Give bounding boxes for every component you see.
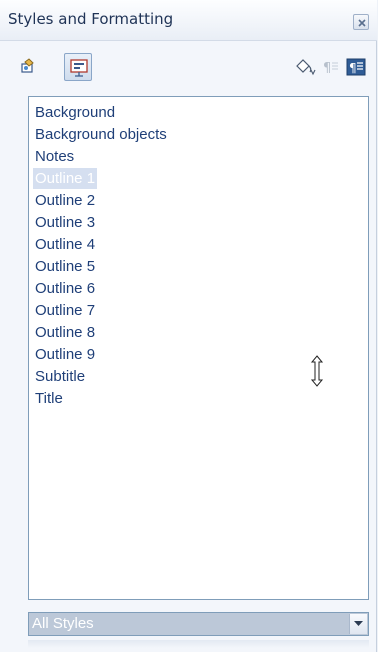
- chevron-down-icon: [354, 621, 363, 626]
- graphics-styles-icon: [21, 58, 34, 73]
- dropdown-arrow-button[interactable]: [349, 614, 367, 634]
- update-style-icon: ¶: [346, 58, 366, 76]
- style-item-background[interactable]: Background: [33, 102, 117, 123]
- update-style-button[interactable]: ¶: [342, 53, 370, 81]
- style-item-outline-9[interactable]: Outline 9: [33, 344, 97, 365]
- svg-text:¶: ¶: [323, 61, 331, 76]
- style-item-outline-3[interactable]: Outline 3: [33, 212, 97, 233]
- new-style-from-selection-button[interactable]: ¶: [316, 53, 344, 81]
- style-item-subtitle[interactable]: Subtitle: [33, 366, 87, 387]
- style-item-outline-1[interactable]: Outline 1: [33, 168, 98, 189]
- style-item-outline-4[interactable]: Outline 4: [33, 234, 97, 255]
- style-item-title[interactable]: Title: [33, 388, 65, 409]
- style-item-outline-5[interactable]: Outline 5: [33, 256, 97, 277]
- style-item-outline-6[interactable]: Outline 6: [33, 278, 97, 299]
- styles-and-formatting-panel: Styles and Formatting ¶ ¶ Background Bac…: [0, 0, 377, 652]
- paint-bucket-icon: [296, 59, 316, 76]
- style-list[interactable]: Background Background objects Notes Outl…: [28, 96, 369, 600]
- style-item-outline-2[interactable]: Outline 2: [33, 190, 97, 211]
- presentation-styles-icon: [70, 59, 88, 77]
- divider: [28, 640, 369, 648]
- close-button[interactable]: [353, 14, 369, 30]
- resize-cursor-icon: [310, 355, 324, 391]
- presentation-styles-button[interactable]: [64, 53, 92, 81]
- style-toolbar: ¶ ¶: [0, 41, 377, 91]
- style-item-outline-8[interactable]: Outline 8: [33, 322, 97, 343]
- style-filter-value: All Styles: [32, 615, 94, 632]
- panel-title-bar[interactable]: Styles and Formatting: [0, 0, 377, 41]
- new-style-icon: ¶: [323, 61, 338, 76]
- style-filter-dropdown[interactable]: All Styles: [28, 612, 369, 636]
- style-item-notes[interactable]: Notes: [33, 146, 76, 167]
- panel-title: Styles and Formatting: [8, 10, 174, 28]
- close-icon: [358, 19, 366, 27]
- fill-format-mode-button[interactable]: [290, 53, 318, 81]
- svg-text:¶: ¶: [349, 61, 357, 75]
- graphics-styles-button[interactable]: [14, 53, 42, 81]
- style-item-outline-7[interactable]: Outline 7: [33, 300, 97, 321]
- style-item-background-objects[interactable]: Background objects: [33, 124, 169, 145]
